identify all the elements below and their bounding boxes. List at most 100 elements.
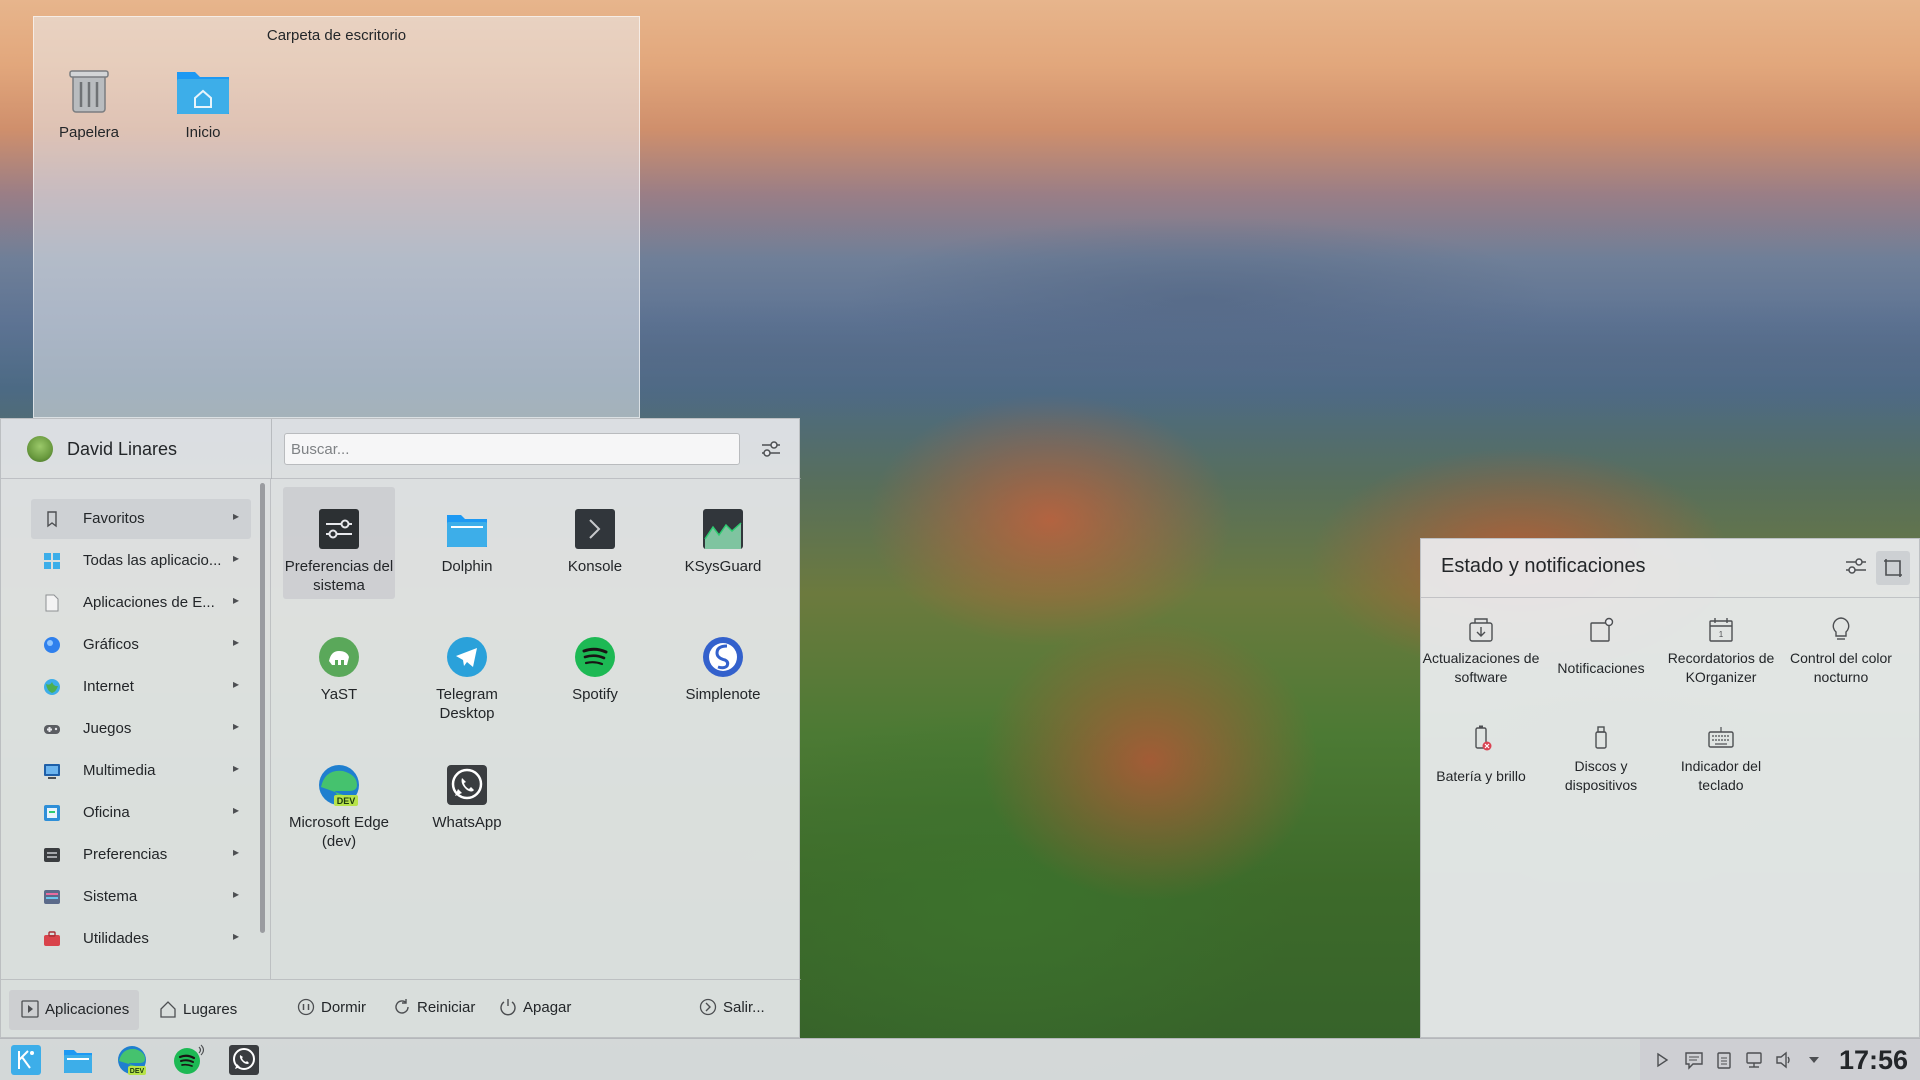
- app-whatsapp[interactable]: WhatsApp: [411, 743, 523, 855]
- network-icon[interactable]: [1744, 1050, 1764, 1070]
- app-label: Preferencias del sistema: [284, 558, 394, 594]
- bookmark-icon: [47, 511, 57, 528]
- whatsapp-icon: [447, 765, 487, 805]
- wallpaper-haze: [640, 300, 1920, 420]
- app-spotify[interactable]: Spotify: [539, 615, 651, 727]
- chevron-right-icon: ▸: [232, 761, 239, 775]
- app-dolphin[interactable]: Dolphin: [411, 487, 523, 599]
- logout-icon: [699, 998, 717, 1016]
- chevron-down-icon[interactable]: [1804, 1050, 1824, 1070]
- tray-notifications[interactable]: Notificaciones: [1541, 615, 1661, 678]
- category-favoritos[interactable]: Favoritos ▸: [31, 499, 251, 539]
- spotify-icon: [174, 1044, 204, 1074]
- tray-software-update[interactable]: Actualizaciones de software: [1421, 615, 1541, 687]
- chat-icon[interactable]: [1684, 1050, 1704, 1070]
- logout-button[interactable]: Salir...: [699, 998, 765, 1016]
- desktop-icon-home[interactable]: Inicio: [158, 62, 248, 141]
- category-label: Juegos: [83, 720, 132, 737]
- graphics-icon: [44, 637, 60, 653]
- desktop-icon-trash[interactable]: Papelera: [44, 62, 134, 141]
- chevron-right-icon: ▸: [232, 887, 239, 901]
- media-play-icon[interactable]: [1652, 1050, 1672, 1070]
- volume-icon[interactable]: [1774, 1050, 1794, 1070]
- app-telegram[interactable]: Telegram Desktop: [411, 615, 523, 727]
- app-edge-dev[interactable]: DEV Microsoft Edge (dev): [283, 743, 395, 855]
- category-scrollbar[interactable]: [260, 483, 265, 933]
- tray-item-label: Actualizaciones de software: [1422, 650, 1540, 685]
- configure-icon[interactable]: [1841, 551, 1871, 581]
- tray-item-label: Discos y dispositivos: [1564, 758, 1638, 793]
- restart-label: Reiniciar: [417, 999, 476, 1016]
- svg-text:DEV: DEV: [337, 796, 356, 806]
- preferences-icon: [44, 848, 60, 862]
- shutdown-button[interactable]: Apagar: [499, 998, 571, 1016]
- tab-applications[interactable]: Aplicaciones: [9, 990, 139, 1030]
- clipboard-icon[interactable]: [1714, 1050, 1734, 1070]
- category-oficina[interactable]: Oficina ▸: [31, 793, 251, 833]
- power-icon: [500, 999, 516, 1016]
- terminal-icon: [575, 509, 615, 549]
- category-label: Internet: [83, 678, 134, 695]
- dolphin-folder-icon: [447, 515, 487, 547]
- category-aplicaciones-e[interactable]: Aplicaciones de E... ▸: [31, 583, 251, 623]
- usb-drive-icon: [1595, 726, 1607, 749]
- app-konsole[interactable]: Konsole: [539, 487, 651, 599]
- category-label: Sistema: [83, 888, 138, 905]
- chevron-right-icon: ▸: [232, 845, 239, 859]
- avatar[interactable]: [27, 436, 53, 462]
- tray-battery[interactable]: Batería y brillo: [1421, 723, 1541, 786]
- tray-keyboard-indicator[interactable]: Indicador del teclado: [1661, 723, 1781, 795]
- search-input[interactable]: [284, 433, 740, 465]
- edge-dev-icon: DEV: [319, 765, 359, 806]
- tray-item-label: Indicador del teclado: [1680, 758, 1762, 793]
- tray-night-color[interactable]: Control del color nocturno: [1781, 615, 1901, 687]
- restart-button[interactable]: Reiniciar: [393, 998, 475, 1016]
- home-icon: [160, 1001, 176, 1018]
- app-yast[interactable]: YaST: [283, 615, 395, 727]
- tray-item-label: Batería y brillo: [1436, 768, 1526, 784]
- category-label: Gráficos: [83, 636, 139, 653]
- task-whatsapp[interactable]: [222, 1042, 266, 1078]
- tray-item-label: Notificaciones: [1557, 660, 1645, 676]
- task-dolphin[interactable]: [56, 1042, 100, 1078]
- utilities-icon: [44, 931, 60, 946]
- app-label: YaST: [320, 686, 358, 703]
- tab-places[interactable]: Lugares: [151, 990, 261, 1030]
- app-simplenote[interactable]: Simplenote: [667, 615, 779, 727]
- logout-label: Salir...: [723, 999, 765, 1016]
- filter-settings-icon[interactable]: [757, 435, 785, 463]
- category-label: Favoritos: [83, 510, 145, 527]
- launcher-icon: [11, 1045, 41, 1075]
- category-graficos[interactable]: Gráficos ▸: [31, 625, 251, 665]
- app-label: Spotify: [572, 686, 618, 703]
- trash-icon: [69, 70, 109, 113]
- category-preferencias[interactable]: Preferencias ▸: [31, 835, 251, 875]
- header-divider: [271, 419, 272, 479]
- tray-korganizer[interactable]: 1 Recordatorios de KOrganizer: [1661, 615, 1781, 687]
- task-app-launcher[interactable]: [4, 1042, 48, 1078]
- task-edge-dev[interactable]: DEV: [110, 1042, 154, 1078]
- pin-icon[interactable]: [1876, 551, 1910, 585]
- app-label: KSysGuard: [684, 558, 762, 575]
- home-folder-icon: [177, 72, 229, 114]
- category-todas[interactable]: Todas las aplicacio... ▸: [31, 541, 251, 581]
- app-label: Dolphin: [441, 558, 493, 575]
- tab-label: Aplicaciones: [45, 1001, 130, 1018]
- task-spotify[interactable]: [166, 1042, 210, 1078]
- sleep-button[interactable]: Dormir: [297, 998, 366, 1016]
- category-internet[interactable]: Internet ▸: [31, 667, 251, 707]
- digital-clock[interactable]: 17:56: [1839, 1045, 1908, 1076]
- app-ksysguard[interactable]: KSysGuard: [667, 487, 779, 599]
- desktop-icon-label: Papelera: [58, 124, 120, 141]
- tray-disks[interactable]: Discos y dispositivos: [1541, 723, 1661, 795]
- app-system-settings[interactable]: Preferencias del sistema: [283, 487, 395, 599]
- category-juegos[interactable]: Juegos ▸: [31, 709, 251, 749]
- desktop-folder-title: Carpeta de escritorio: [266, 27, 407, 44]
- gamepad-icon: [44, 725, 60, 734]
- category-utilidades[interactable]: Utilidades ▸: [31, 919, 251, 959]
- bulb-icon: [1832, 617, 1850, 640]
- category-label: Preferencias: [83, 846, 168, 863]
- app-label: WhatsApp: [432, 814, 502, 831]
- category-sistema[interactable]: Sistema ▸: [31, 877, 251, 917]
- category-multimedia[interactable]: Multimedia ▸: [31, 751, 251, 791]
